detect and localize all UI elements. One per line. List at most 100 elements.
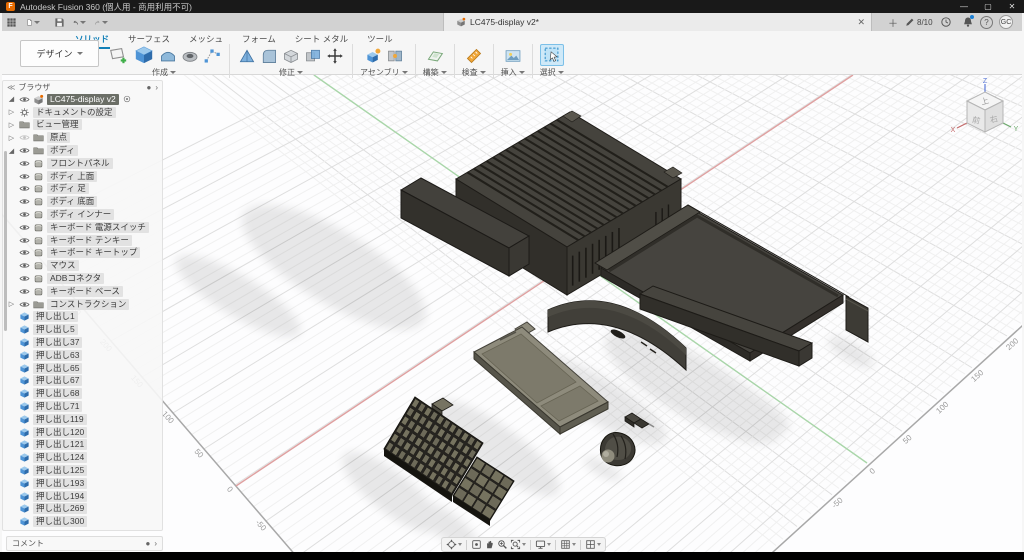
look-at-icon[interactable]: [471, 539, 482, 550]
eye-icon[interactable]: [19, 196, 30, 207]
view-cube[interactable]: Z X Y 上 前 右: [938, 76, 1024, 140]
create-sketch-button[interactable]: [106, 44, 130, 66]
tab-close-icon[interactable]: ✕: [857, 17, 865, 28]
body-row[interactable]: ADBコネクタ: [3, 272, 162, 285]
eye-icon[interactable]: [19, 286, 30, 297]
document-tab[interactable]: LC475-display v2* ✕: [443, 13, 872, 31]
eye-icon[interactable]: [19, 171, 30, 182]
undo-icon[interactable]: [72, 16, 86, 29]
measure-button[interactable]: [464, 46, 484, 66]
comments-panel[interactable]: コメント ●›: [6, 536, 163, 551]
new-tab-button[interactable]: ＋: [886, 15, 900, 29]
body-row[interactable]: ボディ 足: [3, 183, 162, 196]
feature-row[interactable]: 押し出し5: [3, 323, 162, 336]
select-button[interactable]: [540, 44, 564, 66]
feature-row[interactable]: 押し出し125: [3, 464, 162, 477]
panel-options-icon[interactable]: ●: [146, 83, 151, 92]
maximize-button[interactable]: ▢: [976, 0, 1000, 13]
eye-icon[interactable]: [19, 158, 30, 169]
feature-row[interactable]: 押し出し65: [3, 362, 162, 375]
eye-icon[interactable]: [19, 209, 30, 220]
eye-icon[interactable]: [19, 145, 30, 156]
feature-row[interactable]: 押し出し1: [3, 311, 162, 324]
feature-row[interactable]: 押し出し37: [3, 336, 162, 349]
eye-off-icon[interactable]: [19, 132, 30, 143]
browser-node-view-management[interactable]: ▷ ビュー管理: [3, 119, 162, 132]
close-button[interactable]: ✕: [1000, 0, 1024, 13]
minimize-button[interactable]: —: [952, 0, 976, 13]
data-panel-toggle-icon[interactable]: [4, 16, 18, 29]
browser-scrollbar[interactable]: [4, 151, 7, 331]
inspect-menu[interactable]: 検査: [462, 67, 486, 78]
sweep-button[interactable]: [180, 46, 200, 66]
feature-row[interactable]: 押し出し300: [3, 515, 162, 528]
assemble-menu[interactable]: アセンブリ: [360, 67, 408, 78]
modify-menu[interactable]: 修正: [279, 67, 303, 78]
panel-collapse-icon[interactable]: ≪: [7, 83, 15, 92]
body-row[interactable]: キーボード ベース: [3, 285, 162, 298]
new-component-button[interactable]: [363, 46, 383, 66]
feature-row[interactable]: 押し出し193: [3, 477, 162, 490]
revolve-button[interactable]: [158, 46, 178, 66]
orbit-icon[interactable]: [446, 539, 462, 550]
eye-icon[interactable]: [19, 273, 30, 284]
browser-node-construction[interactable]: ▷ コンストラクション: [3, 298, 162, 311]
feature-row[interactable]: 押し出し269: [3, 503, 162, 516]
avatar[interactable]: GC: [999, 15, 1013, 29]
shell-button[interactable]: [281, 46, 301, 66]
pan-icon[interactable]: [484, 539, 495, 550]
eye-icon[interactable]: [19, 247, 30, 258]
combine-button[interactable]: [303, 46, 323, 66]
viewports-icon[interactable]: [585, 539, 601, 550]
browser-node-document-settings[interactable]: ▷ ドキュメントの設定: [3, 106, 162, 119]
activate-radio-icon[interactable]: [122, 94, 132, 104]
grid-settings-icon[interactable]: [560, 539, 576, 550]
zoom-icon[interactable]: [497, 539, 508, 550]
edits-badge[interactable]: 8/10: [905, 15, 933, 29]
feature-row[interactable]: 押し出し124: [3, 451, 162, 464]
construct-menu[interactable]: 構築: [423, 67, 447, 78]
browser-node-origin[interactable]: ▷ 原点: [3, 131, 162, 144]
redo-icon[interactable]: [94, 16, 108, 29]
body-row[interactable]: ボディ 底面: [3, 195, 162, 208]
panel-expand-icon[interactable]: ›: [154, 539, 157, 548]
fit-icon[interactable]: [510, 539, 526, 550]
insert-button[interactable]: [503, 46, 523, 66]
body-row[interactable]: フロントパネル: [3, 157, 162, 170]
joint-button[interactable]: [385, 46, 405, 66]
part-mouse[interactable]: [600, 433, 634, 466]
feature-row[interactable]: 押し出し67: [3, 375, 162, 388]
feature-row[interactable]: 押し出し120: [3, 426, 162, 439]
panel-options-icon[interactable]: ●: [145, 539, 150, 548]
feature-row[interactable]: 押し出し194: [3, 490, 162, 503]
eye-icon[interactable]: [19, 222, 30, 233]
design-workspace-dropdown[interactable]: デザイン: [20, 40, 99, 67]
save-icon[interactable]: [52, 16, 66, 29]
insert-menu[interactable]: 挿入: [501, 67, 525, 78]
body-row[interactable]: マウス: [3, 259, 162, 272]
root-label[interactable]: LC475-display v2: [47, 94, 119, 105]
press-pull-button[interactable]: [237, 46, 257, 66]
body-row[interactable]: キーボード テンキー: [3, 234, 162, 247]
panel-expand-icon[interactable]: ›: [155, 83, 158, 92]
select-menu[interactable]: 選択: [540, 67, 564, 78]
job-status-icon[interactable]: [938, 15, 954, 29]
extrude-button[interactable]: [132, 44, 156, 66]
loft-button[interactable]: [202, 46, 222, 66]
eye-icon[interactable]: [19, 260, 30, 271]
eye-icon[interactable]: [19, 235, 30, 246]
feature-row[interactable]: 押し出し68: [3, 387, 162, 400]
feature-row[interactable]: 押し出し121: [3, 439, 162, 452]
create-menu[interactable]: 作成: [152, 67, 176, 78]
feature-row[interactable]: 押し出し71: [3, 400, 162, 413]
body-row[interactable]: キーボード 電源スイッチ: [3, 221, 162, 234]
body-row[interactable]: ボディ インナー: [3, 208, 162, 221]
fillet-button[interactable]: [259, 46, 279, 66]
eye-icon[interactable]: [19, 94, 30, 105]
eye-icon[interactable]: [19, 183, 30, 194]
browser-root-row[interactable]: ◢ LC475-display v2: [3, 93, 162, 106]
help-icon[interactable]: ?: [980, 16, 993, 29]
construction-plane-button[interactable]: [425, 46, 445, 66]
file-menu-icon[interactable]: [26, 16, 40, 29]
move-copy-button[interactable]: [325, 46, 345, 66]
